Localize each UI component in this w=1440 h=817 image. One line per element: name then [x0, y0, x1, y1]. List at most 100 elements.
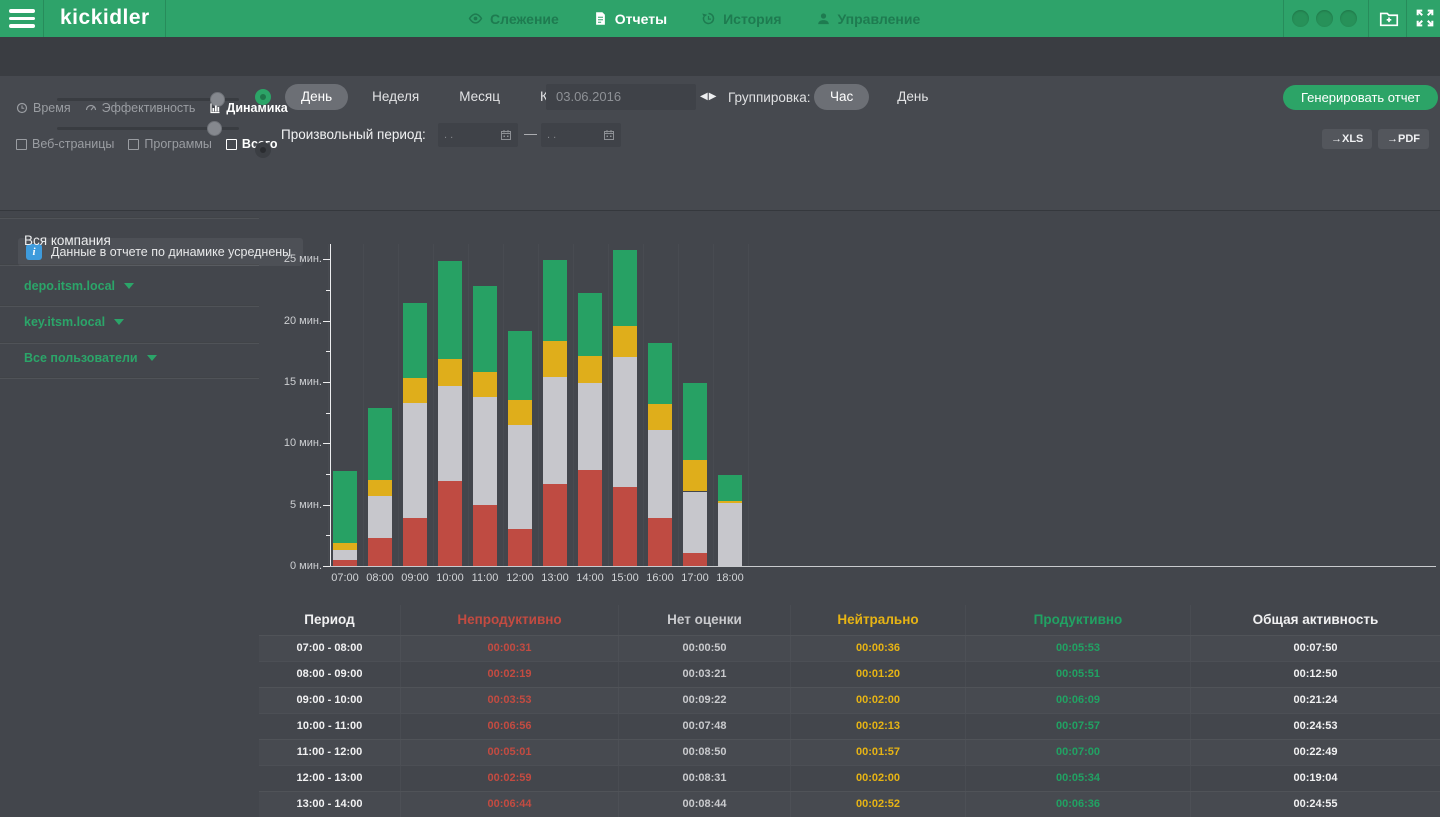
- preset-week[interactable]: Неделя: [356, 84, 435, 110]
- chart-slot-line: [328, 244, 329, 566]
- filter-panel: Время Эффективность Динамика Веб-страниц…: [0, 76, 1440, 211]
- x-axis-tick-label: 10:00: [432, 572, 468, 584]
- table-cell: 00:05:01: [400, 740, 618, 765]
- table-cell: 00:24:53: [1190, 714, 1440, 739]
- fullscreen-icon[interactable]: [1414, 7, 1436, 34]
- x-axis-tick-label: 08:00: [362, 572, 398, 584]
- table-cell: 00:02:59: [400, 766, 618, 791]
- export-pdf-button[interactable]: →PDF: [1378, 129, 1429, 149]
- gauge-icon: [85, 102, 97, 114]
- nav-item-tracking[interactable]: Слежение: [468, 11, 559, 27]
- bar-segment-Нейтрально: [683, 460, 707, 491]
- bar-segment-Продуктивно: [648, 343, 672, 404]
- app-logo: kickidler: [60, 6, 150, 30]
- option-programs[interactable]: Программы: [128, 137, 212, 151]
- eye-icon: [468, 11, 483, 26]
- divider: [165, 0, 166, 37]
- table-header-cell: Нейтрально: [790, 605, 965, 635]
- report-type-options: Время Эффективность Динамика: [16, 101, 288, 115]
- custom-period-from-input[interactable]: . .: [438, 123, 518, 147]
- new-window-folder-icon[interactable]: [1378, 7, 1400, 34]
- table-cell: 00:05:34: [965, 766, 1190, 791]
- hamburger-menu-icon[interactable]: [9, 9, 35, 28]
- table-row: 10:00 - 11:0000:06:5600:07:4800:02:1300:…: [259, 713, 1440, 739]
- custom-period-to-input[interactable]: . .: [541, 123, 621, 147]
- checkbox-icon: [16, 139, 27, 150]
- tab-strip: + Новый отчет × ◀▶: [0, 37, 1440, 77]
- table-cell: 09:00 - 10:00: [259, 688, 400, 713]
- table-cell: 08:00 - 09:00: [259, 662, 400, 687]
- status-dot-3: [1340, 10, 1357, 27]
- chart-icon: [209, 102, 221, 114]
- nav-item-history[interactable]: История: [701, 11, 781, 27]
- history-icon: [701, 11, 716, 26]
- table-cell: 00:09:22: [618, 688, 790, 713]
- y-axis-tick-label: 5 мин.: [266, 499, 322, 511]
- generate-report-button[interactable]: Генерировать отчет: [1283, 85, 1438, 110]
- y-axis-minor-tick: [326, 413, 330, 414]
- table-cell: 13:00 - 14:00: [259, 792, 400, 817]
- table-row: 12:00 - 13:0000:02:5900:08:3100:02:0000:…: [259, 765, 1440, 791]
- bar-segment-Продуктивно: [368, 408, 392, 480]
- date-placeholder: . .: [444, 129, 453, 141]
- x-axis-tick-label: 17:00: [677, 572, 713, 584]
- table-cell: 00:19:04: [1190, 766, 1440, 791]
- grouping-hour[interactable]: Час: [814, 84, 869, 110]
- table-cell: 00:02:00: [790, 688, 965, 713]
- bar-segment-Продуктивно: [718, 475, 742, 501]
- export-xls-button[interactable]: →XLS: [1322, 129, 1372, 149]
- x-axis-tick-label: 18:00: [712, 572, 748, 584]
- preset-month[interactable]: Месяц: [443, 84, 516, 110]
- table-cell: 00:02:00: [790, 766, 965, 791]
- y-axis-tick-label: 20 мин.: [266, 315, 322, 327]
- option-webpages[interactable]: Веб-страницы: [16, 137, 114, 151]
- option-time[interactable]: Время: [16, 101, 71, 115]
- divider: [1406, 0, 1407, 37]
- option-efficiency[interactable]: Эффективность: [85, 101, 196, 115]
- nav-item-reports[interactable]: Отчеты: [593, 11, 667, 27]
- bar-segment-Нет оценки: [333, 550, 357, 560]
- preset-period-radio[interactable]: [255, 89, 271, 105]
- bar-segment-Нейтрально: [648, 404, 672, 430]
- bar-segment-Продуктивно: [508, 331, 532, 400]
- bar-segment-Непродуктивно: [578, 470, 602, 566]
- bar-segment-Нет оценки: [683, 492, 707, 553]
- bar-segment-Нет оценки: [578, 383, 602, 470]
- table-cell: 11:00 - 12:00: [259, 740, 400, 765]
- table-row: 13:00 - 14:0000:06:4400:08:4400:02:5200:…: [259, 791, 1440, 817]
- table-cell: 00:01:57: [790, 740, 965, 765]
- bar-segment-Нет оценки: [508, 425, 532, 529]
- option-label: Время: [33, 101, 71, 115]
- grouping-label: Группировка:: [728, 90, 810, 105]
- table-cell: 00:03:21: [618, 662, 790, 687]
- table-cell: 00:01:20: [790, 662, 965, 687]
- x-axis-tick-label: 13:00: [537, 572, 573, 584]
- bar-segment-Нет оценки: [613, 357, 637, 487]
- preset-day[interactable]: День: [285, 84, 348, 110]
- bar-segment-Непродуктивно: [473, 505, 497, 566]
- status-dot-2: [1316, 10, 1333, 27]
- top-app-bar: kickidler Слежение Отчеты История Управл…: [0, 0, 1440, 37]
- chart-slot-line: [678, 244, 679, 566]
- date-prev-next-arrows[interactable]: ◀▶: [700, 91, 717, 102]
- chart-slot-line: [643, 244, 644, 566]
- bar-segment-Непродуктивно: [543, 484, 567, 566]
- grouping-day[interactable]: День: [881, 84, 944, 110]
- y-axis-line: [330, 244, 331, 566]
- custom-period-radio[interactable]: [255, 142, 271, 158]
- table-row: 11:00 - 12:0000:05:0100:08:5000:01:5700:…: [259, 739, 1440, 765]
- date-range-dash: —: [524, 126, 537, 141]
- bar-segment-Продуктивно: [683, 383, 707, 460]
- table-cell: 07:00 - 08:00: [259, 636, 400, 661]
- option-dynamics[interactable]: Динамика: [209, 101, 287, 115]
- table-cell: 00:06:36: [965, 792, 1190, 817]
- table-header-cell: Период: [259, 605, 400, 635]
- table-cell: 00:00:50: [618, 636, 790, 661]
- table-cell: 00:05:51: [965, 662, 1190, 687]
- report-date-field[interactable]: 03.06.2016: [546, 84, 696, 110]
- data-scope-slider-handle[interactable]: [207, 121, 222, 136]
- table-cell: 00:08:44: [618, 792, 790, 817]
- chart-slot-line: [713, 244, 714, 566]
- nav-item-management[interactable]: Управление: [816, 11, 921, 27]
- table-cell: 00:06:44: [400, 792, 618, 817]
